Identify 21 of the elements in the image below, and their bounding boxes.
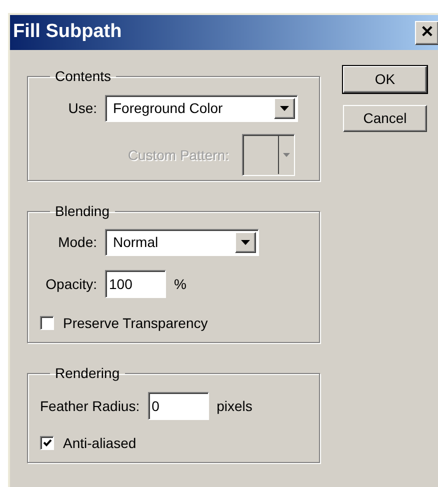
dialog-button[interactable]: OK — [343, 66, 427, 93]
text-field[interactable]: 0 — [148, 392, 209, 420]
close-button[interactable]: ✕ — [415, 20, 438, 44]
dropdown-value: Normal — [112, 233, 160, 252]
dropdown[interactable]: Normal — [105, 229, 259, 256]
group-title: Contents — [54, 67, 112, 86]
dropdown-value: Foreground Color — [112, 99, 224, 118]
field-label: Feather Radius: — [40, 396, 141, 416]
dialog-button[interactable]: Cancel — [343, 105, 427, 132]
field-label: Mode: — [57, 233, 98, 252]
group-title: Blending — [54, 202, 110, 221]
checkbox-label[interactable]: Anti-aliased — [54, 432, 136, 454]
checkbox-label[interactable]: Preserve Transparency — [54, 312, 208, 334]
text-field[interactable]: 100 — [105, 270, 166, 298]
group-title: Rendering — [54, 364, 121, 383]
unit-label: % — [173, 274, 186, 294]
dropdown[interactable]: Foreground Color — [105, 95, 298, 122]
field-label: Use: — [67, 99, 98, 118]
unit-label: pixels — [216, 396, 252, 416]
window-title: Fill Subpath — [13, 20, 122, 44]
field-label: Opacity: — [44, 274, 98, 294]
